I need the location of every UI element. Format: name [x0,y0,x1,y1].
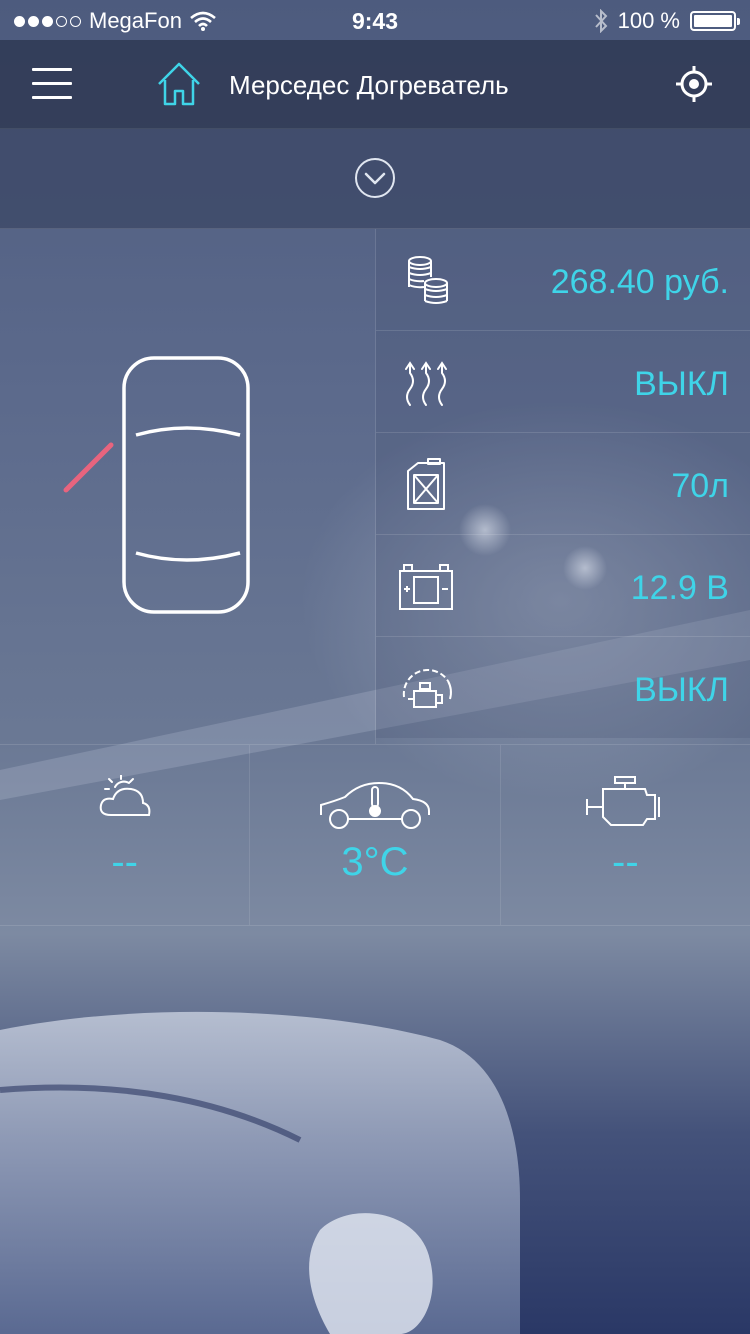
stat-value-voltage: 12.9 В [630,569,729,607]
outside-temp-cell[interactable]: -- [0,745,251,925]
engine-temp-icon [586,776,661,826]
status-bar: MegaFon 9:43 100 % [0,0,750,40]
cabin-temp-value: 3°C [341,840,409,884]
car-interior-temp-icon [319,781,430,829]
cabin-temp-cell[interactable]: 3°C [250,745,501,925]
battery-percent: 100 % [617,8,680,33]
stat-value-engine: ВЫКЛ [634,671,729,709]
bluetooth-icon [594,9,607,33]
chevron-down-icon[interactable] [354,157,396,199]
battery-icon [690,11,740,31]
stat-row-engine[interactable]: ВЫКЛ [376,637,750,738]
stat-value-heater: ВЫКЛ [634,365,729,403]
coins-icon [408,256,448,304]
engine-start-icon [402,668,452,708]
status-right-group: 100 % [594,8,740,34]
weather-icon [99,775,151,816]
car-battery-icon [399,564,453,610]
stat-row-battery[interactable]: 12.9 В [376,535,750,637]
collapse-bar [0,129,750,229]
fuel-can-icon [407,458,445,510]
stats-list: 268.40 руб. ВЫКЛ 70л 12.9 В ВЫКЛ [375,229,750,744]
engine-temp-cell[interactable]: -- [501,745,750,925]
door-open-indicator [63,442,114,493]
stat-row-balance[interactable]: 268.40 руб. [376,229,750,331]
stat-row-fuel[interactable]: 70л [376,433,750,535]
locate-icon[interactable] [674,64,714,104]
stat-row-heater[interactable]: ВЫКЛ [376,331,750,433]
temperature-row: -- 3°C -- [0,744,750,926]
engine-temp-value: -- [612,840,639,884]
outside-temp-value: -- [111,840,138,884]
nav-bar: Мерседес Догреватель [0,40,750,129]
home-icon[interactable] [155,60,203,108]
stat-value-fuel: 70л [671,467,729,505]
page-title: Мерседес Догреватель [229,70,509,100]
heat-icon [405,361,447,406]
menu-button[interactable] [32,68,72,100]
stat-value-balance: 268.40 руб. [550,263,729,301]
car-top-view-icon [63,356,250,614]
